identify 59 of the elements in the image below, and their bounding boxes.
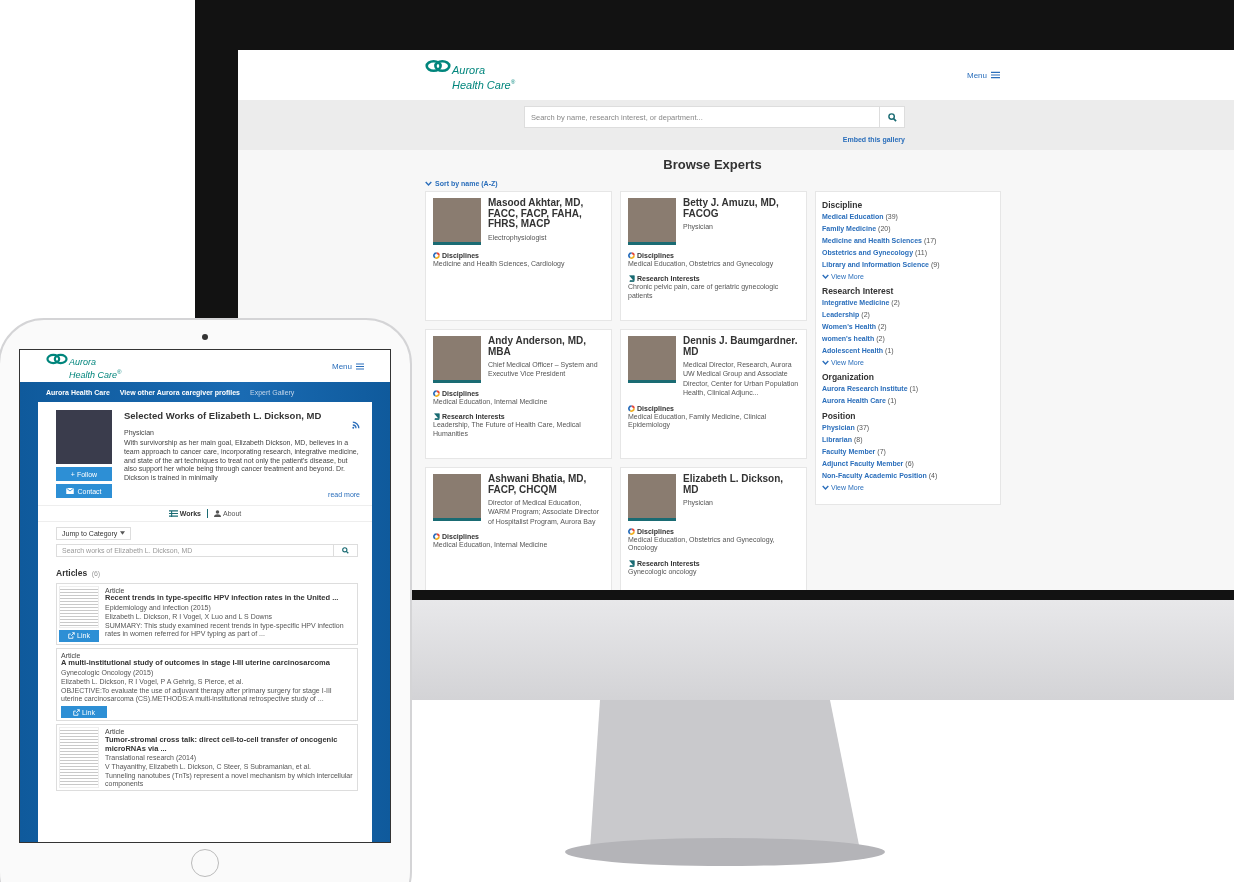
menu-icon [991, 71, 1000, 79]
photo-placeholder [433, 336, 481, 383]
profile-title: Selected Works of Elizabeth L. Dickson, MD [124, 410, 323, 421]
disciplines-icon [628, 528, 635, 535]
book-icon [628, 275, 635, 283]
logo[interactable]: Aurora Health Care$^{®}$ [46, 352, 122, 380]
menu-icon [356, 362, 364, 370]
photo-placeholder [433, 474, 481, 521]
document-thumbnail [59, 727, 99, 789]
search-icon [342, 546, 349, 554]
logo[interactable]: Aurora Health Care$^{®}$ [425, 59, 516, 91]
menu-button[interactable]: Menu [967, 70, 1000, 80]
expert-name[interactable]: Elizabeth L. Dickson, MD [683, 474, 799, 495]
external-link-icon [73, 708, 81, 716]
search-button[interactable] [880, 106, 905, 128]
list-icon [168, 509, 178, 517]
filter-heading: Research Interest [822, 286, 895, 296]
chevron-down-icon [425, 181, 432, 186]
logo-rings-icon [425, 59, 451, 74]
disciplines-icon [628, 404, 635, 412]
caret-icon [120, 531, 126, 536]
photo-placeholder [628, 474, 676, 521]
disciplines-icon [433, 533, 440, 541]
disciplines-icon [628, 252, 635, 259]
chevron-down-icon [822, 360, 829, 365]
expert-name[interactable]: Masood Akhtar, MD, FACC, FACP, FAHA, FHRS, MACP [488, 198, 604, 230]
expert-name[interactable]: Dennis J. Baumgardner. MD [683, 336, 799, 357]
book-icon [433, 413, 440, 421]
expert-name[interactable]: Andy Anderson, MD, MBA [488, 336, 604, 357]
menu-button[interactable]: Menu [332, 361, 364, 371]
logo-rings-icon [46, 352, 68, 365]
filter-heading: Discipline [822, 200, 864, 210]
filter-heading: Organization [822, 372, 875, 382]
expert-name[interactable]: Betty J. Amuzu, MD, FACOG [683, 198, 799, 219]
expert-name[interactable]: Ashwani Bhatia, MD, FACP, CHCQM [488, 474, 604, 495]
logo-text: Aurora Health Care$^{®}$ [452, 63, 516, 91]
envelope-icon [66, 488, 75, 494]
section-heading: Articles [56, 567, 88, 578]
expert-card[interactable] [620, 329, 807, 459]
search-button[interactable] [334, 543, 358, 557]
rss-icon[interactable] [352, 421, 360, 429]
logo-text: Aurora Health Care$^{®}$ [69, 355, 122, 380]
external-link-icon [68, 632, 76, 640]
expert-card[interactable] [425, 329, 612, 459]
chevron-down-icon [822, 485, 829, 490]
photo-placeholder [628, 198, 676, 245]
disciplines-icon [433, 252, 440, 259]
document-thumbnail [59, 585, 99, 628]
photo-placeholder [628, 336, 676, 383]
disciplines-icon [433, 390, 440, 397]
photo-placeholder [56, 410, 112, 464]
camera-dot [202, 334, 208, 340]
chevron-down-icon [822, 274, 829, 279]
person-icon [214, 509, 221, 517]
page-heading: Browse Experts [662, 157, 763, 172]
search-icon [887, 112, 897, 122]
book-icon [628, 559, 635, 567]
filter-heading: Position [822, 411, 857, 421]
photo-placeholder [433, 198, 481, 245]
